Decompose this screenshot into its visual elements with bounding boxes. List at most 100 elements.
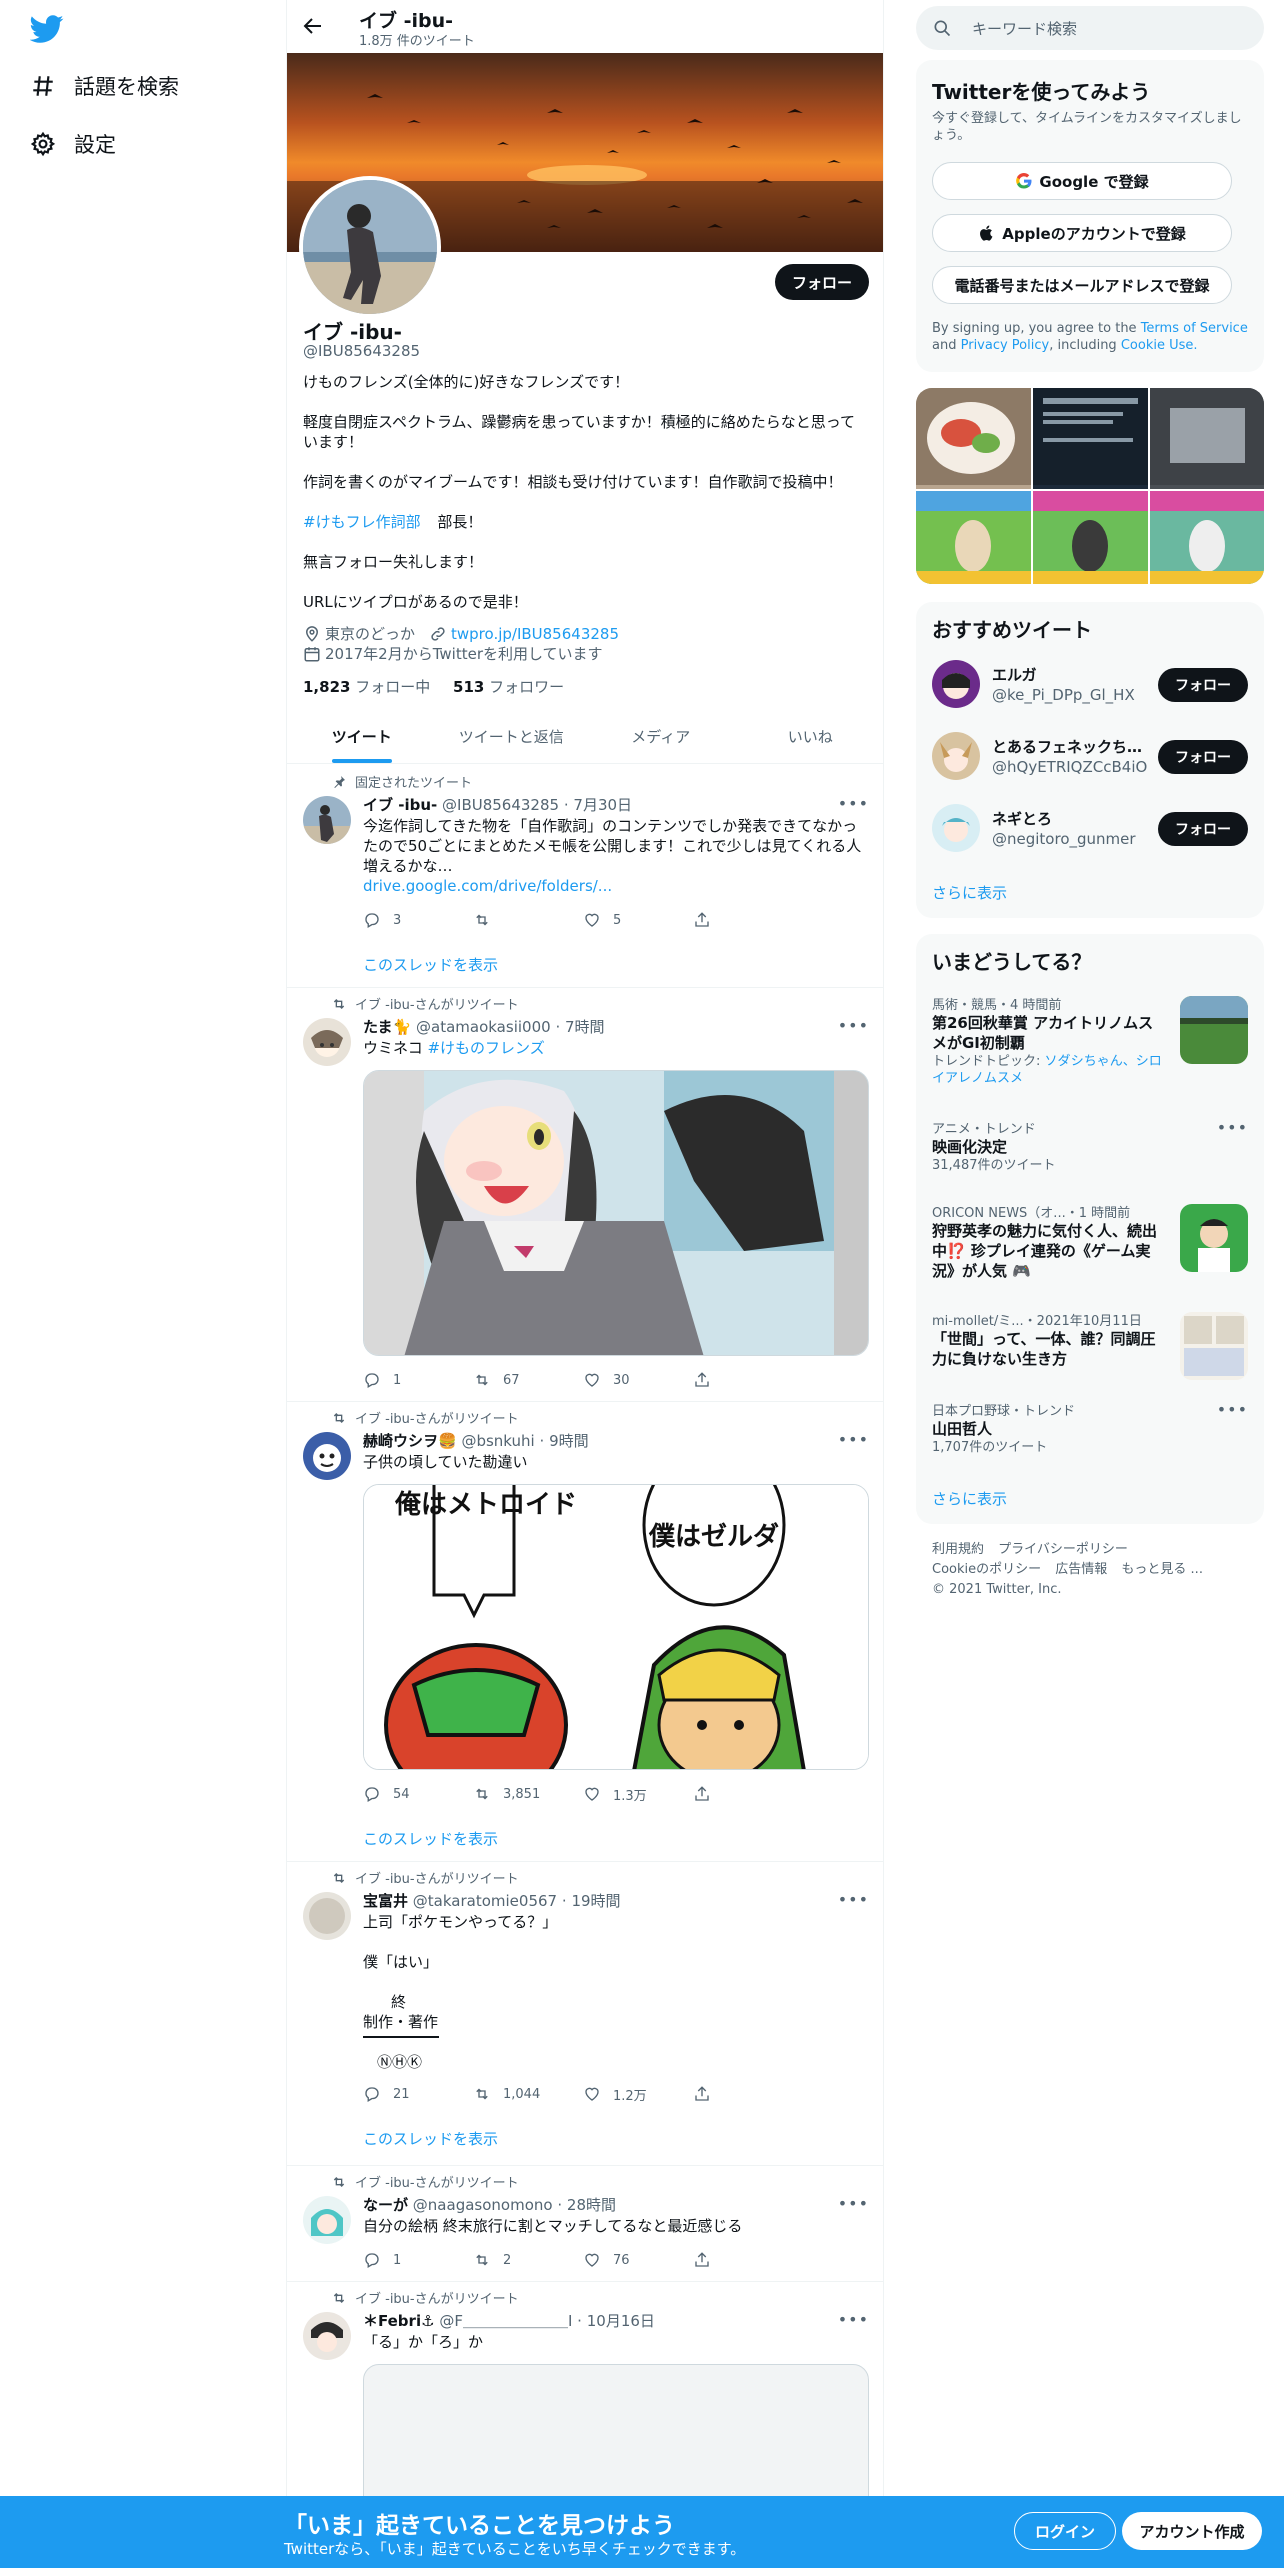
retweet-button[interactable]: 2 bbox=[473, 2250, 583, 2270]
like-button[interactable]: 1.3万 bbox=[583, 1784, 693, 1804]
tab-tweets-replies[interactable]: ツイートと返信 bbox=[437, 710, 587, 763]
follow-button[interactable]: フォロー bbox=[1158, 740, 1248, 774]
tweet-avatar[interactable] bbox=[303, 2312, 351, 2360]
tweet-image[interactable]: 俺はメトロイド 僕はゼルダ bbox=[363, 1484, 869, 1770]
who-to-follow-user[interactable]: とあるフェネックちゃん @hQyETRIQZCcB4iO フォロー bbox=[932, 728, 1248, 784]
tab-media[interactable]: メディア bbox=[586, 710, 736, 763]
tweet-author-name[interactable]: ＊Febri⚓ bbox=[363, 2312, 435, 2330]
reply-button[interactable]: 1 bbox=[363, 1370, 473, 1390]
user-name[interactable]: ネギとろ bbox=[992, 808, 1152, 829]
user-avatar[interactable] bbox=[932, 804, 980, 852]
like-button[interactable]: 30 bbox=[583, 1370, 693, 1390]
footer-link[interactable]: 利用規約 bbox=[932, 1542, 984, 1557]
bio-hashtag-link[interactable]: #けもフレ作詞部 bbox=[303, 513, 421, 531]
tweet-time[interactable]: 7時間 bbox=[565, 1018, 605, 1036]
user-handle[interactable]: @ke_Pi_DPp_Gl_HX bbox=[992, 686, 1152, 704]
profile-avatar[interactable] bbox=[299, 176, 441, 318]
followers-link[interactable]: 513 フォロワー bbox=[453, 678, 564, 696]
tab-tweets[interactable]: ツイート bbox=[287, 710, 437, 763]
like-button[interactable]: 76 bbox=[583, 2250, 693, 2270]
tweet-author-name[interactable]: イブ -ibu- bbox=[363, 796, 437, 814]
reply-button[interactable]: 54 bbox=[363, 1784, 473, 1804]
following-link[interactable]: 1,823 フォロー中 bbox=[303, 678, 430, 696]
reply-button[interactable]: 21 bbox=[363, 2084, 473, 2104]
media-thumb[interactable] bbox=[1033, 388, 1148, 489]
tweet-item[interactable]: イブ -ibu-さんがリツイート たま🐈 @atamaokasii000 · 7… bbox=[287, 988, 883, 1402]
trend-item[interactable]: ORICON NEWS（オ...・1 時間前 狩野英孝の魅力に気付く人、続出中⁉… bbox=[932, 1202, 1248, 1286]
show-thread-link[interactable]: このスレッドを表示 bbox=[363, 2128, 498, 2149]
tweet-time[interactable]: 19時間 bbox=[571, 1892, 620, 1910]
tweet-time[interactable]: 9時間 bbox=[549, 1432, 589, 1450]
trend-item[interactable]: 日本プロ野球・トレンド 山田哲人 1,707件のツイート ••• bbox=[932, 1400, 1248, 1460]
more-options-icon[interactable]: ••• bbox=[838, 1890, 869, 1909]
share-button[interactable] bbox=[693, 910, 803, 930]
tweet-author-handle[interactable]: @takaratomie0567 bbox=[413, 1892, 557, 1910]
user-avatar[interactable] bbox=[932, 660, 980, 708]
more-options-icon[interactable]: ••• bbox=[838, 1016, 869, 1035]
who-to-follow-more-link[interactable]: さらに表示 bbox=[932, 882, 1007, 903]
media-thumb[interactable] bbox=[916, 388, 1031, 489]
signup-button[interactable]: アカウント作成 bbox=[1122, 2512, 1262, 2550]
media-thumb[interactable] bbox=[916, 491, 1031, 584]
tweet-hashtag[interactable]: #けものフレンズ bbox=[427, 1039, 544, 1057]
show-thread-link[interactable]: このスレッドを表示 bbox=[363, 1828, 498, 1849]
tweet-avatar[interactable] bbox=[303, 1892, 351, 1940]
share-button[interactable] bbox=[693, 1370, 803, 1390]
user-handle[interactable]: @hQyETRIQZCcB4iO bbox=[992, 758, 1152, 776]
retweet-button[interactable]: 1,044 bbox=[473, 2084, 583, 2104]
user-handle[interactable]: @negitoro_gunmer bbox=[992, 830, 1152, 848]
tweet-author-name[interactable]: なーが bbox=[363, 2196, 408, 2214]
tweet-author-name[interactable]: たま🐈 bbox=[363, 1018, 411, 1036]
tweet-time[interactable]: 7月30日 bbox=[573, 796, 632, 814]
media-thumb[interactable] bbox=[1150, 491, 1264, 584]
tweet-avatar[interactable] bbox=[303, 1432, 351, 1480]
follow-button[interactable]: フォロー bbox=[1158, 668, 1248, 702]
media-thumb[interactable] bbox=[1033, 491, 1148, 584]
follow-button[interactable]: フォロー bbox=[775, 264, 869, 300]
share-button[interactable] bbox=[693, 2250, 803, 2270]
footer-link[interactable]: 広告情報 bbox=[1055, 1562, 1107, 1577]
user-name[interactable]: エルガ bbox=[992, 664, 1152, 685]
tweet-avatar[interactable] bbox=[303, 2196, 351, 2244]
more-options-icon[interactable]: ••• bbox=[838, 1430, 869, 1449]
reply-button[interactable]: 3 bbox=[363, 910, 473, 930]
like-button[interactable]: 5 bbox=[583, 910, 693, 930]
nav-settings[interactable]: 設定 bbox=[30, 122, 116, 166]
more-options-icon[interactable]: ••• bbox=[1217, 1118, 1248, 1137]
trend-item[interactable]: 馬術・競馬・4 時間前 第26回秋華賞 アカイトリノムスメがGI初制覇 トレンド… bbox=[932, 994, 1248, 1090]
tweet-author-handle[interactable]: @F＿＿＿＿＿＿＿I bbox=[439, 2312, 572, 2330]
user-avatar[interactable] bbox=[932, 732, 980, 780]
tweet-item[interactable]: イブ -ibu-さんがリツイート 赫崎ウシヲ🍔 @bsnkuhi · 9時間 •… bbox=[287, 1402, 883, 1862]
login-button[interactable]: ログイン bbox=[1014, 2512, 1116, 2550]
apple-signup-button[interactable]: Appleのアカウントで登録 bbox=[932, 214, 1232, 252]
tweet-author-handle[interactable]: @naagasonomono bbox=[413, 2196, 553, 2214]
tweet-link[interactable]: drive.google.com/drive/folders/... bbox=[363, 876, 869, 896]
more-options-icon[interactable]: ••• bbox=[838, 794, 869, 813]
twitter-logo-icon[interactable] bbox=[29, 12, 70, 52]
profile-url[interactable]: twpro.jp/IBU85643285 bbox=[451, 625, 619, 643]
follow-button[interactable]: フォロー bbox=[1158, 812, 1248, 846]
tweet-author-name[interactable]: 赫崎ウシヲ🍔 bbox=[363, 1432, 457, 1450]
retweet-button[interactable]: 3,851 bbox=[473, 1784, 583, 1804]
back-arrow-icon[interactable] bbox=[301, 14, 325, 38]
more-options-icon[interactable]: ••• bbox=[1217, 1400, 1248, 1419]
terms-link[interactable]: Terms of Service bbox=[1141, 321, 1248, 336]
tab-likes[interactable]: いいね bbox=[736, 710, 884, 763]
google-signup-button[interactable]: Google で登録 bbox=[932, 162, 1232, 200]
tweet-avatar[interactable] bbox=[303, 796, 351, 844]
show-thread-link[interactable]: このスレッドを表示 bbox=[363, 954, 498, 975]
who-to-follow-user[interactable]: ネギとろ @negitoro_gunmer フォロー bbox=[932, 800, 1248, 856]
tweet-item[interactable]: イブ -ibu-さんがリツイート 宝富井 @takaratomie0567 · … bbox=[287, 1862, 883, 2166]
trends-more-link[interactable]: さらに表示 bbox=[932, 1488, 1007, 1509]
retweet-button[interactable]: 67 bbox=[473, 1370, 583, 1390]
tweet-image[interactable] bbox=[363, 1070, 869, 1356]
tweet-item[interactable]: 固定されたツイート イブ -ibu- @IBU85643285 · 7月30日 … bbox=[287, 764, 883, 988]
tweet-author-handle[interactable]: @atamaokasii000 bbox=[416, 1018, 551, 1036]
more-options-icon[interactable]: ••• bbox=[838, 2194, 869, 2213]
footer-more-link[interactable]: もっと見る ... bbox=[1121, 1562, 1203, 1577]
footer-link[interactable]: Cookieのポリシー bbox=[932, 1562, 1041, 1577]
share-button[interactable] bbox=[693, 2084, 803, 2104]
tweet-avatar[interactable] bbox=[303, 1018, 351, 1066]
nav-explore[interactable]: 話題を検索 bbox=[30, 64, 179, 108]
retweet-button[interactable] bbox=[473, 910, 583, 930]
